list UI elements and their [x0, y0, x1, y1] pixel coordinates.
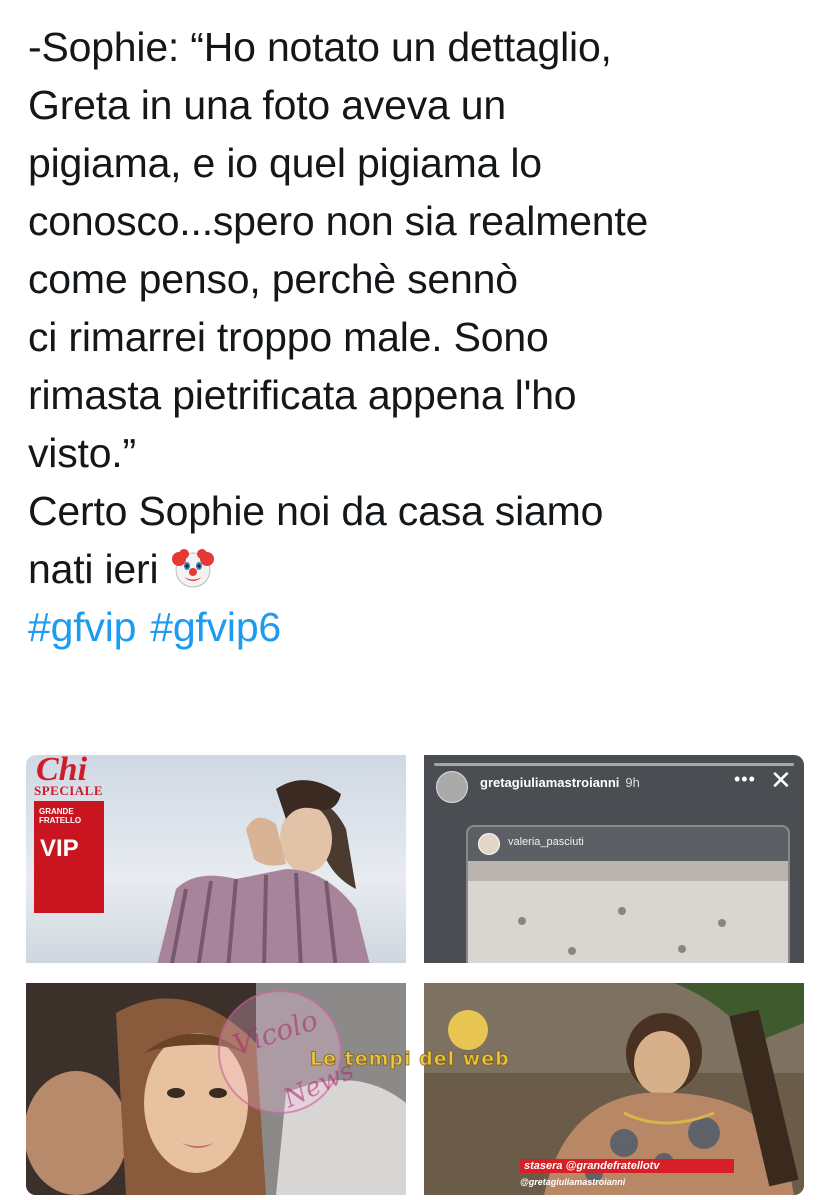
watermark-web-text: Le tempi del web — [310, 1048, 510, 1071]
tweet-line: ci rimarrei troppo male. Sono — [28, 314, 549, 360]
more-dots-icon[interactable]: ••• — [734, 769, 756, 790]
tweet-line: Certo Sophie noi da casa siamo — [28, 488, 604, 534]
tweet-line: conosco...spero non sia realmente — [28, 198, 649, 244]
pattern-dot — [718, 919, 726, 927]
close-icon[interactable]: ✕ — [770, 767, 792, 793]
tweet-line: pigiama, e io quel pigiama lo — [28, 140, 542, 186]
badge-vip-text: VIP — [40, 835, 79, 862]
media-grid: Chi SPECIALE GRANDE FRATELLO VIP gretagi… — [26, 755, 804, 1195]
tweet-line: -Sophie: “Ho notato un dettaglio, — [28, 24, 612, 70]
person-in-striped-pajamas — [157, 780, 370, 963]
badge-small-text: GRANDE FRATELLO — [39, 807, 82, 825]
tweet-line: rimasta pietrificata appena l'ho — [28, 372, 577, 418]
watermark-badge — [448, 1010, 488, 1050]
tweet-line-last: nati ieri — [28, 540, 818, 598]
story-handle: @gretagiuliamastroianni — [520, 1177, 626, 1187]
magazine-subtitle: SPECIALE — [34, 783, 104, 798]
hashtag-link[interactable]: #gfvip — [28, 604, 136, 650]
tweet-line: come penso, perchè sennò — [28, 256, 518, 302]
inner-story-header: valeria_pasciuti — [468, 827, 788, 861]
clown-face-icon — [171, 549, 214, 588]
story-time: 9h — [625, 775, 640, 790]
pattern-dot — [678, 945, 686, 953]
photo-magazine[interactable]: Chi SPECIALE GRANDE FRATELLO VIP — [26, 755, 406, 963]
pattern-dot — [568, 947, 576, 955]
pattern-dot — [518, 917, 526, 925]
inner-username: valeria_pasciuti — [508, 836, 584, 848]
story-caption: stasera @grandefratellotv — [520, 1159, 734, 1173]
story-username[interactable]: gretagiuliamastroianni 9h — [480, 775, 640, 790]
pattern-dot — [618, 907, 626, 915]
hashtag-row: #gfvip #gfvip6 — [28, 598, 818, 656]
magazine-badge: GRANDE FRATELLO VIP — [34, 801, 104, 913]
story-progress-bar — [434, 763, 794, 766]
avatar — [478, 833, 500, 855]
photo-instagram-story[interactable]: gretagiuliamastroianni 9h ••• ✕ valeria_p… — [424, 755, 804, 963]
tweet-text: -Sophie: “Ho notato un dettaglio, Greta … — [28, 18, 818, 656]
tweet-line: visto.” — [28, 430, 136, 476]
tweet-line: Greta in una foto aveva un — [28, 82, 507, 128]
hashtag-link[interactable]: #gfvip6 — [150, 604, 281, 650]
magazine-logo: Chi SPECIALE GRANDE FRATELLO VIP — [30, 755, 104, 915]
inner-story-preview: valeria_pasciuti — [466, 825, 790, 963]
tweet-line-text: nati ieri — [28, 546, 159, 592]
inner-pattern-stripe — [468, 861, 788, 881]
avatar[interactable] — [436, 771, 468, 803]
photo-selfie[interactable] — [26, 983, 406, 1195]
selfie-illustration — [26, 983, 406, 1195]
